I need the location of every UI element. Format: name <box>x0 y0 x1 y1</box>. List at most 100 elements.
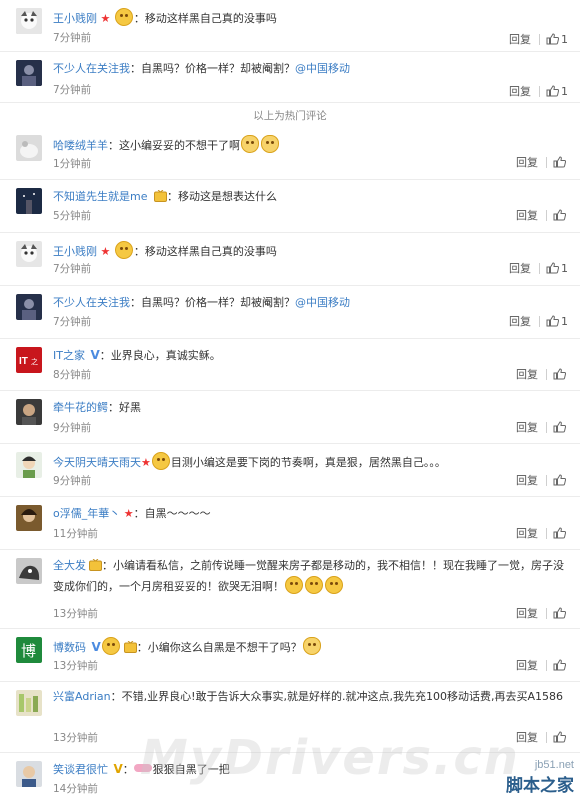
comment-body: 牵牛花的鳄：好黑 <box>53 401 141 414</box>
comment-actions: 回复 1 <box>509 31 568 47</box>
comment-body: IT之家 V：业界良心，真诚实稣。 <box>53 348 221 362</box>
timestamp: 13分钟前 <box>53 608 98 620</box>
avatar[interactable] <box>16 690 42 716</box>
like-icon[interactable] <box>553 156 566 168</box>
username-link[interactable]: 兴富Adrian <box>53 690 111 703</box>
comment-actions: 回复 <box>516 472 568 488</box>
reply-button[interactable]: 回复 <box>516 154 538 170</box>
like-icon[interactable] <box>553 527 566 539</box>
action-divider <box>546 607 547 619</box>
reply-button[interactable]: 回复 <box>516 657 538 673</box>
comment-actions: 回复 <box>516 525 568 541</box>
comment-text: 自黑吗？价格一样？却被阉割？ <box>141 296 295 309</box>
username-link[interactable]: 王小贱刚 <box>53 245 97 258</box>
like-icon[interactable] <box>546 315 559 327</box>
reply-button[interactable]: 回复 <box>516 525 538 541</box>
verified-icon: V <box>91 640 101 654</box>
verified-icon: V <box>113 762 123 776</box>
avatar[interactable] <box>16 60 42 86</box>
action-divider <box>546 209 547 221</box>
like-icon[interactable] <box>546 33 559 45</box>
comment-body: 博数码 V ：小编你这么自黑是不想干了吗？ <box>53 637 566 656</box>
comment-item: 兴富Adrian：不错,业界良心!敢于告诉大众事实,就是好样的.就冲这点,我先充… <box>0 682 580 753</box>
comment-body: 笑谈君很忙 V： 狠狠自黑了一把 <box>53 762 230 776</box>
comment-body: o浮儒_年華丶 ★：自黑～～～～ <box>53 507 211 520</box>
username-link[interactable]: 博数码 <box>53 641 86 654</box>
reply-button[interactable]: 回复 <box>516 419 538 435</box>
like-icon[interactable] <box>553 731 566 743</box>
comment-text: 自黑～～～～ <box>144 507 211 520</box>
action-divider <box>539 262 540 274</box>
like-icon[interactable] <box>553 474 566 486</box>
comment-body: 王小贱刚 ★ ：移动这样黑自己真的没事吗 <box>53 8 566 27</box>
comment-text: 移动这样黑自己真的没事吗 <box>144 245 277 258</box>
avatar[interactable] <box>16 761 42 787</box>
avatar[interactable] <box>16 188 42 214</box>
comment-item: 王小贱刚 ★ ：移动这样黑自己真的没事吗 7分钟前 回复 1 <box>0 0 580 52</box>
svg-text:博: 博 <box>21 642 36 660</box>
action-divider <box>539 33 540 45</box>
like-icon[interactable] <box>553 209 566 221</box>
reply-button[interactable]: 回复 <box>509 313 531 329</box>
like-icon[interactable] <box>546 262 559 274</box>
comment-body: 不少人在关注我：自黑吗？价格一样？却被阉割？@中国移动 <box>53 62 350 75</box>
reply-button[interactable]: 回复 <box>516 207 538 223</box>
like-icon[interactable] <box>553 659 566 671</box>
reply-button[interactable]: 回复 <box>516 605 538 621</box>
comment-body: 兴富Adrian：不错,业界良心!敢于告诉大众事实,就是好样的.就冲这点,我先充… <box>53 690 564 703</box>
mention-link[interactable]: @中国移动 <box>295 62 350 75</box>
avatar[interactable] <box>16 505 42 531</box>
comment-text: 小编你这么自黑是不想干了吗？ <box>147 641 302 654</box>
emoji-icon <box>151 452 170 470</box>
username-link[interactable]: 不少人在关注我 <box>53 296 130 309</box>
avatar[interactable] <box>16 241 42 267</box>
reply-button[interactable]: 回复 <box>509 31 531 47</box>
svg-text:IT: IT <box>19 356 28 367</box>
star-icon: ★ <box>141 456 151 469</box>
timestamp: 9分钟前 <box>53 422 92 434</box>
comment-text: 这小编妥妥的不想干了啊 <box>119 139 240 152</box>
username-link[interactable]: o浮儒_年華丶 <box>53 507 120 520</box>
comment-item: 不少人在关注我：自黑吗？价格一样？却被阉割？@中国移动 7分钟前 回复 1 <box>0 52 580 103</box>
timestamp: 13分钟前 <box>53 732 98 744</box>
like-icon[interactable] <box>553 607 566 619</box>
reply-button[interactable]: 回复 <box>516 366 538 382</box>
username-link[interactable]: 不知道先生就是me <box>53 190 147 203</box>
avatar[interactable] <box>16 8 42 34</box>
username-link[interactable]: 今天阴天晴天雨天 <box>53 456 141 469</box>
username-link[interactable]: 笑谈君很忙 <box>53 763 108 776</box>
reply-button[interactable]: 回复 <box>516 729 538 745</box>
username-link[interactable]: 哈喽绒羊羊 <box>53 139 108 152</box>
username-link[interactable]: IT之家 <box>53 349 85 362</box>
avatar[interactable] <box>16 452 42 478</box>
reply-button[interactable]: 回复 <box>509 260 531 276</box>
emoji-icon <box>114 241 133 259</box>
like-icon[interactable] <box>553 421 566 433</box>
like-count: 1 <box>561 314 568 328</box>
avatar[interactable]: 博 <box>16 637 42 663</box>
reply-button[interactable]: 回复 <box>509 83 531 99</box>
like-icon[interactable] <box>546 85 559 97</box>
cat-emoji-icon <box>241 135 259 153</box>
reply-button[interactable]: 回复 <box>516 472 538 488</box>
avatar[interactable] <box>16 399 42 425</box>
comment-actions: 回复 <box>516 729 568 745</box>
timestamp: 5分钟前 <box>53 210 92 222</box>
avatar[interactable]: IT 之 <box>16 347 42 373</box>
svg-text:之: 之 <box>31 357 38 366</box>
avatar[interactable] <box>16 294 42 320</box>
username-link[interactable]: 全大发 <box>53 559 86 572</box>
avatar[interactable] <box>16 135 42 161</box>
comment-text: 好黑 <box>119 401 141 414</box>
comment-item: 王小贱刚 ★ ：移动这样黑自己真的没事吗 7分钟前 回复 1 <box>0 233 580 286</box>
like-icon[interactable] <box>553 368 566 380</box>
username-link[interactable]: 不少人在关注我 <box>53 62 130 75</box>
mention-link[interactable]: @中国移动 <box>295 296 350 309</box>
cat-emoji-icon <box>261 135 279 153</box>
username-link[interactable]: 王小贱刚 <box>53 12 97 25</box>
timestamp: 8分钟前 <box>53 369 92 381</box>
username-link[interactable]: 牵牛花的鳄 <box>53 401 108 414</box>
avatar[interactable] <box>16 558 42 584</box>
comment-body: 王小贱刚 ★ ：移动这样黑自己真的没事吗 <box>53 241 566 260</box>
comment-item: o浮儒_年華丶 ★：自黑～～～～ 11分钟前 回复 <box>0 497 580 550</box>
